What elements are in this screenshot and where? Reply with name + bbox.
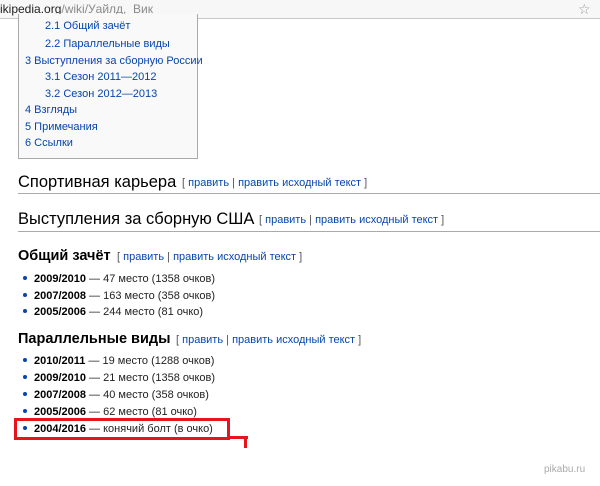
result: — 62 место (81 очко) [86,406,197,418]
bracket-close: ] [299,251,303,263]
watermark: pikabu.ru [544,464,586,475]
bracket-open: [ [182,177,186,189]
list-item: 2005/2006 — 62 место (81 очко) [23,406,197,418]
edit-source-link[interactable]: править исходный текст [315,214,438,226]
toc-item-5[interactable]: 5 Примечания [25,121,98,133]
list-item: 2005/2006 — 244 место (81 очко) [23,306,203,318]
bullet [23,409,27,414]
toc-item-3-2[interactable]: 3.2 Сезон 2012—2013 [45,88,157,100]
bracket-open: [ [259,214,263,226]
edit-source-link[interactable]: править исходный текст [232,334,355,346]
toc-item-4[interactable]: 4 Взгляды [25,104,77,116]
toc-item-2-1[interactable]: 2.1 Общий зачёт [45,20,130,32]
edit-link[interactable]: править [182,334,223,346]
season: 2007/2008 [34,389,86,401]
subsection-heading-overall: Общий зачёт [18,248,111,264]
bracket-open: [ [176,334,180,346]
edit-links-career: [ править | править исходный текст ] [182,177,367,189]
toc-item-2-2[interactable]: 2.2 Параллельные виды [45,38,170,50]
star-icon[interactable]: ☆ [578,1,591,17]
highlight-box [14,418,230,440]
season: 2009/2010 [34,372,86,384]
edit-link[interactable]: править [123,251,164,263]
season: 2005/2006 [34,406,86,418]
list-item: 2010/2011 — 19 место (1288 очков) [23,355,214,367]
result: — 47 место (1358 очков) [86,273,216,285]
edit-links-parallel: [ править | править исходный текст ] [176,334,361,346]
highlight-stroke [244,436,247,448]
section-divider [18,231,600,232]
result: — 19 место (1288 очков) [85,355,215,367]
subsection-heading-parallel: Параллельные виды [18,331,171,347]
list-item: 2007/2008 — 163 место (358 очков) [23,290,215,302]
section-divider [18,193,600,194]
bullet [23,392,27,397]
separator: | [226,334,229,346]
edit-links-overall: [ править | править исходный текст ] [117,251,302,263]
toc-item-3[interactable]: 3 Выступления за сборную России [25,55,203,67]
table-of-contents: 2.1 Общий зачёт 2.2 Параллельные виды 3 … [18,14,203,159]
edit-link[interactable]: править [188,177,229,189]
separator: | [232,177,235,189]
season: 2010/2011 [34,355,86,367]
bracket-close: ] [358,334,362,346]
toc-item-3-1[interactable]: 3.1 Сезон 2011—2012 [45,71,156,83]
bullet [23,293,27,298]
edit-link[interactable]: править [265,214,306,226]
result: — 244 место (81 очко) [86,306,204,318]
season: 2009/2010 [34,273,86,285]
edit-source-link[interactable]: править исходный текст [173,251,296,263]
edit-source-link[interactable]: править исходный текст [238,177,361,189]
separator: | [309,214,312,226]
list-item: 2007/2008 — 40 место (358 очков) [23,389,209,401]
result: — 21 место (1358 очков) [86,372,216,384]
edit-links-usa: [ править | править исходный текст ] [259,214,444,226]
toc-item-6[interactable]: 6 Ссылки [25,137,73,149]
section-heading-usa: Выступления за сборную США [18,210,255,228]
bullet [23,309,27,314]
list-item: 2009/2010 — 47 место (1358 очков) [23,273,215,285]
bullet [23,276,27,281]
section-heading-career: Спортивная карьера [18,173,177,191]
season: 2007/2008 [34,290,86,302]
list-item: 2009/2010 — 21 место (1358 очков) [23,372,215,384]
result: — 40 место (358 очков) [86,389,209,401]
bracket-open: [ [117,251,121,263]
result: — 163 место (358 очков) [86,290,216,302]
bullet [23,375,27,380]
season: 2005/2006 [34,306,86,318]
separator: | [167,251,170,263]
bracket-close: ] [364,177,368,189]
bracket-close: ] [441,214,445,226]
bullet [23,358,27,363]
